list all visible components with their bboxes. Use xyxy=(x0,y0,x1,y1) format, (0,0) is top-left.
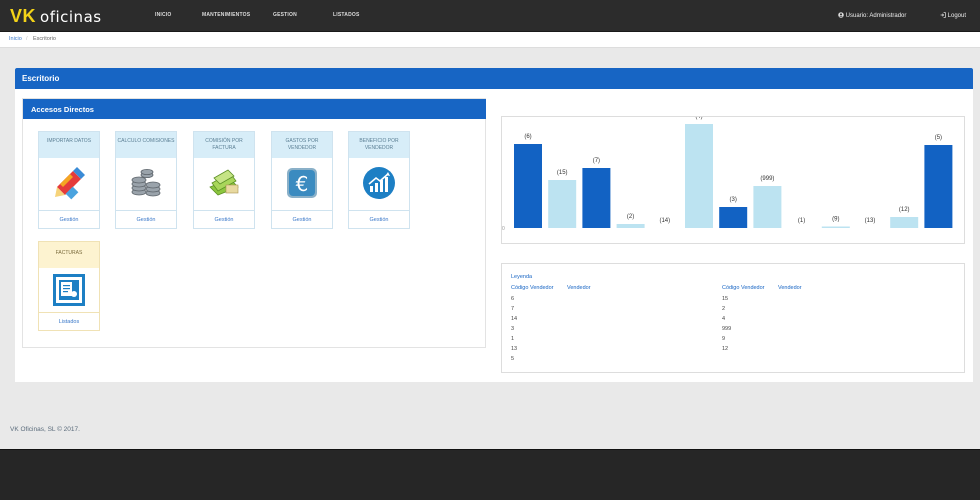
nav-gestion[interactable]: GESTION xyxy=(273,12,297,18)
logout-label: Logout xyxy=(947,13,967,19)
chart-data-label: (14) xyxy=(659,218,670,224)
legend-row: 4 xyxy=(722,316,726,322)
user-label: Usuario: Administrador xyxy=(845,13,907,19)
logout-icon xyxy=(940,12,946,18)
chart-bar[interactable] xyxy=(924,145,953,228)
invoice-document-icon xyxy=(53,274,85,306)
breadcrumb: Inicio / Escritorio xyxy=(0,32,980,48)
tile-action-link[interactable]: Gestión xyxy=(349,210,409,228)
legend-row: 15 xyxy=(722,296,729,302)
chart-data-label: (9) xyxy=(832,217,839,223)
svg-text:€: € xyxy=(296,172,309,196)
bottom-bar xyxy=(0,449,980,500)
chart-bar[interactable] xyxy=(582,168,611,228)
top-navbar: VK oficinas INICIO MANTENIMIENTOS GESTION… xyxy=(0,0,980,32)
tile-title: CALCULO COMISIONES xyxy=(116,132,176,158)
chart-panel: 0 (6) (15) (7) (2) (14) (4) (3) (999) (1) (9) (13) (… xyxy=(501,114,965,244)
legend-row: 5 xyxy=(511,356,515,362)
legend-header-codigo: Código Vendedor xyxy=(722,285,765,291)
logout-link[interactable]: Logout xyxy=(940,12,966,19)
tile-action-link[interactable]: Gestión xyxy=(39,210,99,228)
legend-row: 2 xyxy=(722,306,726,312)
brand-logo[interactable]: VK oficinas xyxy=(10,6,102,27)
legend-row: 6 xyxy=(511,296,515,302)
legend-title: Leyenda xyxy=(511,274,533,280)
chart-bar[interactable] xyxy=(753,186,782,228)
chart-data-label: (13) xyxy=(865,218,876,224)
tile-action-link[interactable]: Listados xyxy=(39,312,99,330)
chart-bar[interactable] xyxy=(514,144,542,228)
escritorio-header: Escritorio xyxy=(15,68,973,89)
tile-action-link[interactable]: Gestión xyxy=(194,210,254,228)
tile-calculo-comisiones[interactable]: CALCULO COMISIONES Gestión xyxy=(115,131,177,229)
chart-bar[interactable] xyxy=(719,207,748,228)
breadcrumb-current: Escritorio xyxy=(33,36,56,42)
chart-data-label: (2) xyxy=(627,214,634,220)
legend-row: 999 xyxy=(722,326,732,332)
chart-data-label: (15) xyxy=(557,170,568,176)
chart-data-label: (999) xyxy=(760,176,774,182)
page-title: Escritorio xyxy=(22,74,60,83)
import-pencil-icon xyxy=(55,167,85,200)
accesos-directos-title: Accesos Directos xyxy=(31,105,94,114)
breadcrumb-home[interactable]: Inicio xyxy=(9,36,22,42)
tile-comision-por-factura[interactable]: COMISIÓN POR FACTURA Gestión xyxy=(193,131,255,229)
y-tick-label: 0 xyxy=(502,226,505,232)
tile-facturas[interactable]: FACTURAS Listados xyxy=(38,241,100,331)
accesos-directos-header: Accesos Directos xyxy=(23,99,486,119)
footer-copyright: VK Oficinas, SL © 2017. xyxy=(10,426,80,433)
chart-bar[interactable] xyxy=(890,217,919,228)
chart-data-label: (3) xyxy=(730,197,737,203)
chart-bar[interactable] xyxy=(821,226,850,229)
legend-row: 14 xyxy=(511,316,518,322)
brand-vk: VK xyxy=(10,6,37,26)
legend-row: 1 xyxy=(511,336,515,342)
tile-action-link[interactable]: Gestión xyxy=(272,210,332,228)
accesos-directos-panel: Accesos Directos IMPORTAR DATOS Gestión … xyxy=(22,98,486,348)
nav-listados[interactable]: LISTADOS xyxy=(333,12,360,18)
money-bills-icon xyxy=(209,169,239,196)
chart-bar[interactable] xyxy=(616,224,645,228)
nav-mantenimientos[interactable]: MANTENIMIENTOS xyxy=(202,12,250,18)
legend-header-vendedor: Vendedor xyxy=(567,285,591,291)
coins-stack-icon xyxy=(131,169,161,197)
legend-row: 9 xyxy=(722,336,726,342)
chart-data-label: (1) xyxy=(798,218,805,224)
tile-beneficio-por-vendedor[interactable]: BENEFICIO POR VENDEDOR Gestión xyxy=(348,131,410,229)
chart-bar[interactable] xyxy=(548,180,577,228)
chart-data-label: (12) xyxy=(899,207,910,213)
tile-title: GASTOS POR VENDEDOR xyxy=(272,132,332,158)
bar-chart: 0 (6) (15) (7) (2) (14) (4) (3) (999) (1) (9) (13) (… xyxy=(502,114,953,232)
tile-action-link[interactable]: Gestión xyxy=(116,210,176,228)
user-menu[interactable]: Usuario: Administrador xyxy=(838,12,906,19)
chart-data-label: (6) xyxy=(524,134,531,140)
tile-importar-datos[interactable]: IMPORTAR DATOS Gestión xyxy=(38,131,100,229)
growth-chart-icon xyxy=(363,167,395,199)
nav-inicio[interactable]: INICIO xyxy=(155,12,171,18)
legend-header-codigo: Código Vendedor xyxy=(511,285,554,291)
brand-name: oficinas xyxy=(40,8,102,26)
legend-row: 12 xyxy=(722,346,729,352)
tile-gastos-por-vendedor[interactable]: GASTOS POR VENDEDOR € Gestión xyxy=(271,131,333,229)
tile-title: FACTURAS xyxy=(39,242,99,268)
chart-bar[interactable] xyxy=(685,124,713,228)
chart-data-label: (7) xyxy=(593,158,600,164)
legend-row: 3 xyxy=(511,326,515,332)
legend-panel: Leyenda Código Vendedor Vendedor Código … xyxy=(501,263,965,373)
tile-title: COMISIÓN POR FACTURA xyxy=(194,132,254,158)
euro-icon: € xyxy=(287,168,317,198)
chart-data-label: (5) xyxy=(935,135,942,141)
legend-row: 7 xyxy=(511,306,515,312)
user-icon xyxy=(838,12,844,18)
legend-row: 13 xyxy=(511,346,518,352)
tile-title: BENEFICIO POR VENDEDOR xyxy=(349,132,409,158)
tile-title: IMPORTAR DATOS xyxy=(39,132,99,158)
chart-data-label: (4) xyxy=(695,117,702,120)
breadcrumb-separator: / xyxy=(26,36,28,42)
legend-header-vendedor: Vendedor xyxy=(778,285,802,291)
